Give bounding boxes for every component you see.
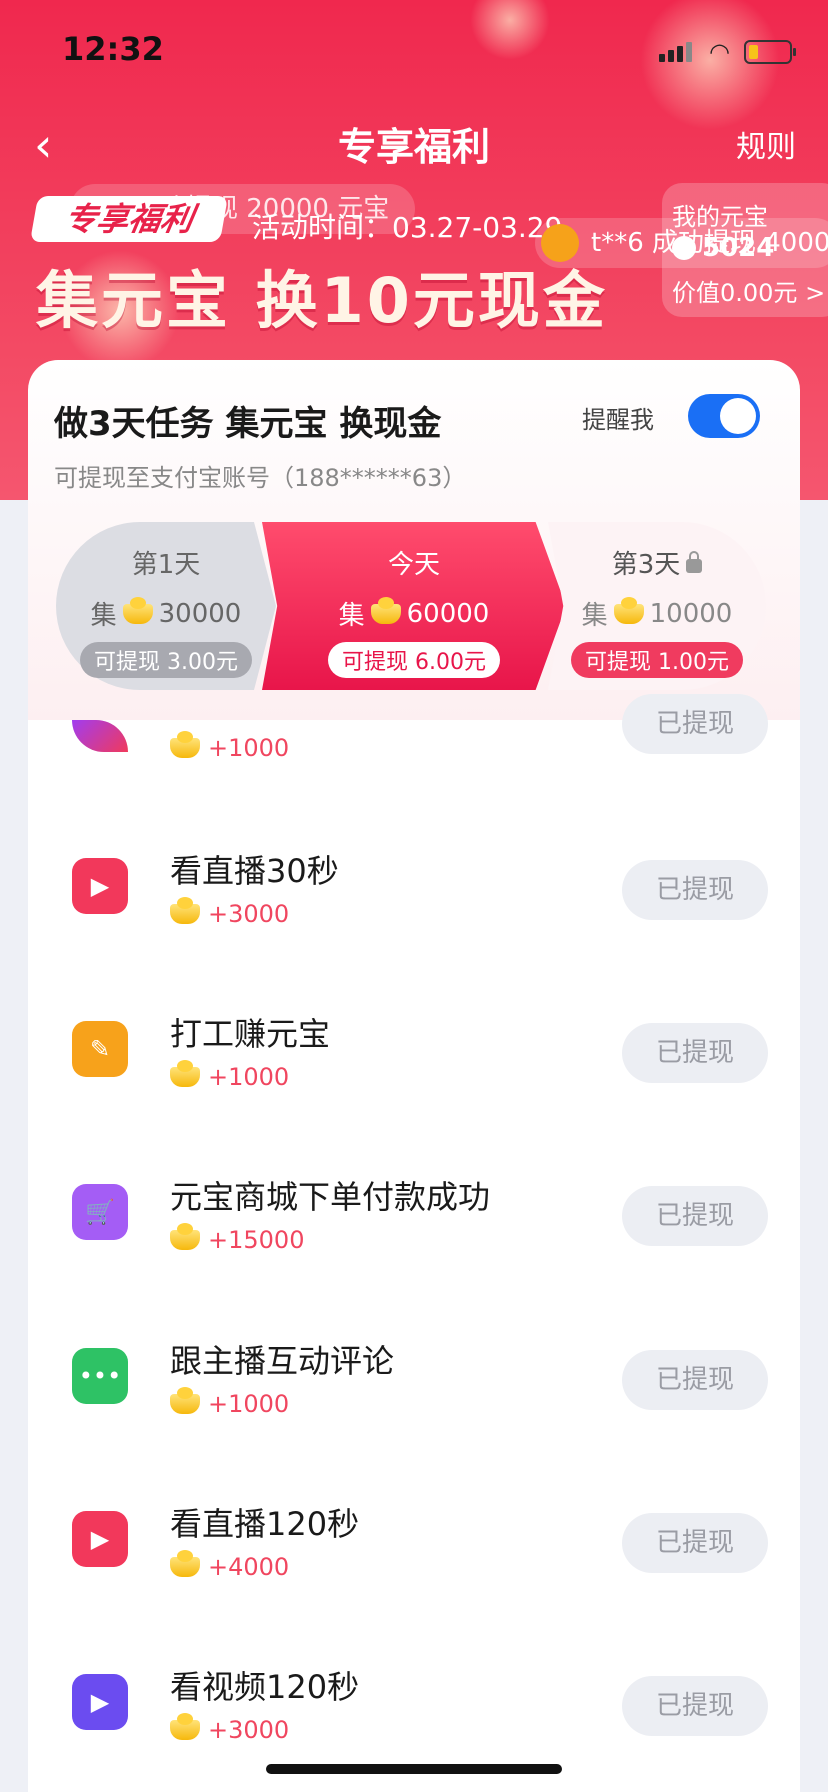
task-row: ▶ 看直播120秒 +4000 已提现	[28, 1479, 800, 1599]
day-goal: 10000	[649, 598, 733, 629]
task-name: 看视频120秒	[170, 1668, 360, 1706]
day-goal: 60000	[406, 598, 490, 629]
task-row: ••• 跟主播互动评论 +1000 已提现	[28, 1316, 800, 1436]
day-name: 今天	[387, 550, 440, 580]
task-button[interactable]: 已提现	[622, 1513, 768, 1573]
chat-icon: •••	[72, 1348, 128, 1404]
card-subtitle: 可提现至支付宝账号（188******63）	[54, 464, 467, 492]
ingot-icon	[170, 731, 200, 758]
task-reward: +1000	[208, 1390, 290, 1418]
task-list: +1000 已提现 ▶ 看直播30秒 +3000 已提现 ✎ 打工赚元宝 +10…	[28, 694, 800, 1792]
rules-link[interactable]: 规则	[736, 122, 796, 166]
task-button[interactable]: 已提现	[622, 1350, 768, 1410]
task-row: ▶ 看视频120秒 +3000 已提现	[28, 1642, 800, 1762]
task-reward: +3000	[208, 1716, 290, 1744]
task-reward: +4000	[208, 1553, 290, 1581]
battery-icon	[744, 40, 796, 64]
ingot-icon	[613, 596, 644, 624]
nav-bar: ‹ 专享福利 规则	[0, 100, 828, 180]
day-goal: 30000	[158, 598, 242, 629]
task-row: ▶ 看直播30秒 +3000 已提现	[28, 826, 800, 946]
task-row: +1000 已提现	[28, 660, 800, 780]
task-name: 看直播30秒	[170, 852, 339, 890]
card-title: 做3天任务 集元宝 换现金	[54, 404, 442, 444]
ingot-icon	[170, 1713, 200, 1740]
ingot-coin-icon	[672, 236, 696, 260]
task-button[interactable]: 已提现	[622, 694, 768, 754]
task-reward: +15000	[208, 1226, 305, 1254]
ingot-icon	[170, 897, 200, 924]
my-ingots-panel[interactable]: 我的元宝 5024 价值0.00元 >	[662, 183, 828, 317]
headline: 集元宝 换10元现金	[36, 264, 608, 337]
signal-icon	[659, 42, 695, 62]
status-bar: 12:32 ◠	[0, 0, 828, 100]
ingot-icon	[170, 1387, 200, 1414]
ingot-icon	[170, 1550, 200, 1577]
task-name: 打工赚元宝	[170, 1015, 331, 1053]
day-name: 第3天	[611, 550, 681, 580]
task-button[interactable]: 已提现	[622, 1023, 768, 1083]
feather-icon	[72, 720, 128, 752]
exclusive-badge: 专享福利	[29, 196, 229, 242]
remind-label: 提醒我	[582, 406, 654, 434]
ingot-icon	[122, 596, 153, 624]
activity-time: 活动时间：03.27-03.29	[252, 211, 563, 244]
task-name: 跟主播互动评论	[170, 1342, 395, 1380]
wallet-value: 价值0.00元 >	[672, 279, 826, 307]
task-reward: +1000	[208, 1063, 290, 1091]
task-button[interactable]: 已提现	[622, 1186, 768, 1246]
lock-icon	[686, 550, 703, 573]
day-name: 第1天	[131, 550, 201, 580]
wallet-amount: 5024	[702, 233, 775, 263]
ingot-icon	[170, 1060, 200, 1087]
play-icon: ▶	[72, 858, 128, 914]
page-title: 专享福利	[337, 125, 490, 169]
status-time: 12:32	[62, 30, 164, 68]
brush-icon: ✎	[72, 1021, 128, 1077]
play-icon: ▶	[72, 1674, 128, 1730]
task-reward: +1000	[208, 734, 290, 762]
ingot-icon	[370, 596, 401, 624]
task-reward: +3000	[208, 900, 290, 928]
task-button[interactable]: 已提现	[622, 860, 768, 920]
cart-icon: 🛒	[72, 1184, 128, 1240]
task-name: 元宝商城下单付款成功	[170, 1178, 491, 1216]
ingot-icon	[170, 1223, 200, 1250]
home-indicator[interactable]	[266, 1764, 562, 1774]
task-button[interactable]: 已提现	[622, 1676, 768, 1736]
play-icon: ▶	[72, 1511, 128, 1567]
task-row: 🛒 元宝商城下单付款成功 +15000 已提现	[28, 1152, 800, 1272]
wifi-icon: ◠	[709, 38, 730, 66]
task-name: 看直播120秒	[170, 1505, 360, 1543]
task-row: ✎ 打工赚元宝 +1000 已提现	[28, 989, 800, 1109]
remind-toggle[interactable]	[688, 394, 760, 438]
wallet-label: 我的元宝	[672, 203, 768, 231]
